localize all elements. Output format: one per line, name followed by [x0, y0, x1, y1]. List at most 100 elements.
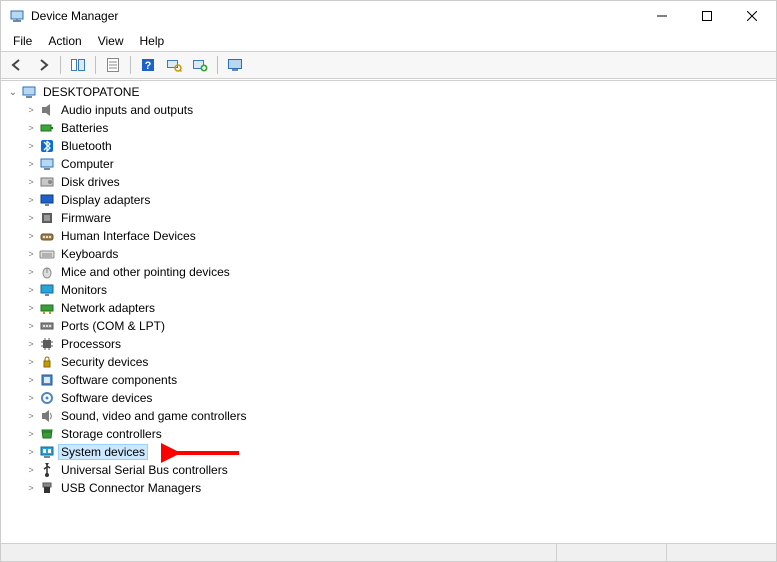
tree-item[interactable]: >Software components	[1, 371, 776, 389]
pc-icon	[39, 156, 55, 172]
tree-item[interactable]: > Firmware	[1, 209, 776, 227]
firmware-icon	[39, 210, 55, 226]
speaker-icon	[39, 102, 55, 118]
properties-icon	[105, 57, 121, 73]
tree-item-label: Processors	[59, 337, 123, 351]
security-icon	[39, 354, 55, 370]
tree-item[interactable]: >System devices	[1, 443, 776, 461]
menu-file[interactable]: File	[5, 32, 40, 50]
toolbar-devices-view[interactable]	[223, 54, 247, 76]
help-icon: ?	[140, 57, 156, 73]
tree-item[interactable]: > Computer	[1, 155, 776, 173]
tree-item[interactable]: >USB Connector Managers	[1, 479, 776, 497]
expander-icon[interactable]: >	[23, 393, 39, 403]
tree-item[interactable]: > Storage controllers	[1, 425, 776, 443]
tree-item[interactable]: >Bluetooth	[1, 137, 776, 155]
toolbar-separator	[95, 56, 96, 74]
tree-item[interactable]: > Disk drives	[1, 173, 776, 191]
expander-icon[interactable]: >	[23, 123, 39, 133]
computer-icon	[21, 84, 37, 100]
menu-view[interactable]: View	[90, 32, 132, 50]
toolbar-back[interactable]	[5, 54, 29, 76]
tree-item[interactable]: > Keyboards	[1, 245, 776, 263]
expander-icon[interactable]: >	[23, 411, 39, 421]
usb-icon	[39, 462, 55, 478]
expander-icon[interactable]: >	[23, 483, 39, 493]
statusbar	[1, 543, 776, 561]
toolbar-add-legacy[interactable]	[188, 54, 212, 76]
tree-item-label: Sound, video and game controllers	[59, 409, 248, 423]
show-hide-tree-icon	[70, 57, 86, 73]
expander-icon[interactable]: >	[23, 429, 39, 439]
status-cell	[666, 544, 776, 561]
expander-icon[interactable]: >	[23, 159, 39, 169]
tree-item-label: Keyboards	[59, 247, 120, 261]
expander-icon[interactable]: >	[23, 285, 39, 295]
tree-item[interactable]: >Universal Serial Bus controllers	[1, 461, 776, 479]
tree-item[interactable]: >Network adapters	[1, 299, 776, 317]
expander-icon[interactable]: >	[23, 465, 39, 475]
expander-icon[interactable]: >	[23, 231, 39, 241]
monitor-icon	[39, 282, 55, 298]
tree-item-label: Disk drives	[59, 175, 122, 189]
tree-item-label: Computer	[59, 157, 116, 171]
expander-icon[interactable]: >	[23, 195, 39, 205]
toolbar: ?	[1, 51, 776, 79]
network-icon	[39, 300, 55, 316]
system-icon	[39, 444, 55, 460]
menu-help[interactable]: Help	[132, 32, 173, 50]
expander-icon[interactable]: >	[23, 141, 39, 151]
titlebar: Device Manager	[1, 1, 776, 31]
status-cell	[1, 544, 556, 561]
toolbar-forward[interactable]	[31, 54, 55, 76]
disk-icon	[39, 174, 55, 190]
minimize-button[interactable]	[639, 1, 684, 31]
toolbar-show-hide-tree[interactable]	[66, 54, 90, 76]
toolbar-help[interactable]: ?	[136, 54, 160, 76]
tree-item[interactable]: > Processors	[1, 335, 776, 353]
tree-item-label: Audio inputs and outputs	[59, 103, 195, 117]
expander-icon[interactable]: >	[23, 447, 39, 457]
tree-root[interactable]: ⌄ DESKTOPATONE	[1, 83, 776, 101]
menubar: File Action View Help	[1, 31, 776, 51]
usb-connector-icon	[39, 480, 55, 496]
expander-icon[interactable]: >	[23, 249, 39, 259]
menu-action[interactable]: Action	[40, 32, 89, 50]
tree-item[interactable]: > Audio inputs and outputs	[1, 101, 776, 119]
tree-item-label: Security devices	[59, 355, 150, 369]
tree-item[interactable]: >Mice and other pointing devices	[1, 263, 776, 281]
expander-icon[interactable]: >	[23, 213, 39, 223]
toolbar-scan-hardware[interactable]	[162, 54, 186, 76]
expander-icon[interactable]: >	[23, 105, 39, 115]
tree-item[interactable]: >Monitors	[1, 281, 776, 299]
tree-item[interactable]: > Batteries	[1, 119, 776, 137]
software-dev-icon	[39, 390, 55, 406]
expander-icon[interactable]: >	[23, 357, 39, 367]
tree-item-label: Storage controllers	[59, 427, 164, 441]
device-tree[interactable]: ⌄ DESKTOPATONE > Audio inputs and outputs…	[1, 80, 776, 543]
expander-icon[interactable]: >	[23, 177, 39, 187]
svg-text:?: ?	[145, 60, 152, 72]
tree-item[interactable]: > Security devices	[1, 353, 776, 371]
tree-item-label: Firmware	[59, 211, 113, 225]
tree-item[interactable]: >Software devices	[1, 389, 776, 407]
battery-icon	[39, 120, 55, 136]
tree-item[interactable]: >Display adapters	[1, 191, 776, 209]
tree-item-label: Batteries	[59, 121, 110, 135]
tree-item[interactable]: > Sound, video and game controllers	[1, 407, 776, 425]
toolbar-properties[interactable]	[101, 54, 125, 76]
maximize-button[interactable]	[684, 1, 729, 31]
expander-icon[interactable]: >	[23, 303, 39, 313]
tree-item[interactable]: >Human Interface Devices	[1, 227, 776, 245]
expander-icon[interactable]: >	[23, 375, 39, 385]
expander-icon[interactable]: ⌄	[5, 87, 21, 98]
expander-icon[interactable]: >	[23, 339, 39, 349]
expander-icon[interactable]: >	[23, 321, 39, 331]
window-title: Device Manager	[31, 9, 118, 23]
app-icon	[9, 8, 25, 24]
close-button[interactable]	[729, 1, 774, 31]
sound-icon	[39, 408, 55, 424]
window-controls	[639, 1, 774, 31]
tree-item[interactable]: >Ports (COM & LPT)	[1, 317, 776, 335]
expander-icon[interactable]: >	[23, 267, 39, 277]
